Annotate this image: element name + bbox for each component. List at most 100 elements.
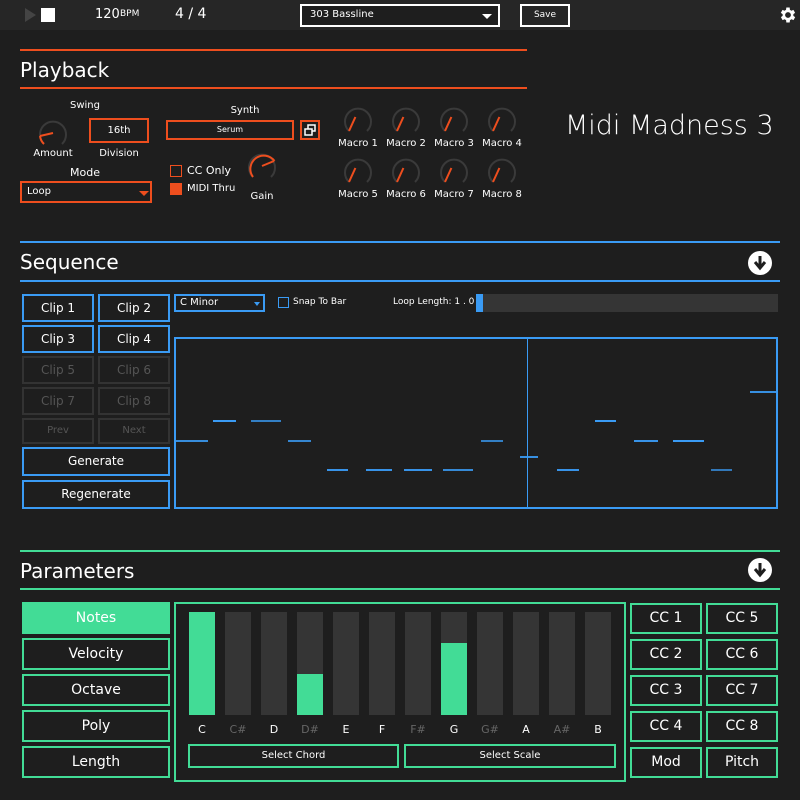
cc-button[interactable]: Pitch (706, 747, 778, 778)
sequence-note[interactable] (634, 439, 658, 442)
play-icon[interactable] (25, 8, 36, 22)
loop-length-handle[interactable] (476, 294, 483, 312)
note-weight-slider[interactable] (369, 612, 395, 715)
macro-knob[interactable] (340, 102, 376, 138)
macro-knob[interactable] (484, 153, 520, 189)
macro-knob[interactable] (340, 153, 376, 189)
note-weight-slider[interactable] (297, 612, 323, 715)
clip-button[interactable]: Clip 7 (22, 387, 94, 415)
clip-button[interactable]: Clip 4 (98, 325, 170, 353)
note-weight-slider[interactable] (225, 612, 251, 715)
macro-knob[interactable] (388, 102, 424, 138)
arrow-down-circle-icon[interactable] (748, 251, 772, 275)
clip-button[interactable]: Clip 8 (98, 387, 170, 415)
cc-button[interactable]: CC 7 (706, 675, 778, 706)
clip-button[interactable]: Clip 2 (98, 294, 170, 322)
mode-label: Mode (70, 166, 100, 179)
macro-knob[interactable] (436, 102, 472, 138)
cc-button[interactable]: CC 6 (706, 639, 778, 670)
loop-length-slider[interactable] (476, 294, 778, 312)
cc-only-checkbox[interactable] (170, 165, 182, 177)
tab-length[interactable]: Length (22, 746, 170, 778)
piano-roll[interactable] (174, 337, 778, 509)
sequence-note[interactable] (404, 468, 433, 471)
macro-label: Macro 1 (338, 138, 378, 149)
playback-title: Playback (20, 58, 110, 82)
tab-velocity[interactable]: Velocity (22, 638, 170, 670)
note-weight-slider[interactable] (189, 612, 215, 715)
sequence-note[interactable] (288, 439, 312, 442)
sequence-note[interactable] (749, 391, 777, 394)
macro-knob[interactable] (484, 102, 520, 138)
sequence-note[interactable] (212, 420, 236, 423)
sequence-note[interactable] (556, 468, 579, 471)
macro-knob[interactable] (436, 153, 472, 189)
gear-icon[interactable] (778, 5, 798, 25)
snap-to-bar-checkbox[interactable] (278, 297, 289, 308)
sequence-note[interactable] (672, 439, 705, 442)
macro-label: Macro 4 (482, 138, 522, 149)
note-weight-slider[interactable] (441, 612, 467, 715)
cc-button[interactable]: CC 8 (706, 711, 778, 742)
mode-value: Loop (27, 186, 51, 197)
select-scale-button[interactable]: Select Scale (404, 744, 616, 768)
note-weight-slider[interactable] (261, 612, 287, 715)
note-weight-fill (297, 673, 323, 715)
mode-dropdown[interactable]: Loop (20, 181, 152, 203)
sequence-note[interactable] (176, 439, 208, 442)
midi-thru-checkbox[interactable] (170, 183, 182, 195)
stop-icon[interactable] (41, 8, 55, 22)
midi-thru-label: MIDI Thru (187, 183, 236, 194)
next-button[interactable]: Next (98, 418, 170, 444)
generate-button[interactable]: Generate (22, 447, 170, 476)
macro-knob[interactable] (388, 153, 424, 189)
cc-button[interactable]: CC 2 (630, 639, 702, 670)
sequence-note[interactable] (595, 420, 617, 423)
sequence-top-rule (20, 241, 780, 243)
note-weight-fill (189, 612, 215, 715)
note-weight-slider[interactable] (477, 612, 503, 715)
bpm-value[interactable]: 120 (95, 7, 120, 22)
tab-poly[interactable]: Poly (22, 710, 170, 742)
cc-button[interactable]: CC 5 (706, 603, 778, 634)
tab-notes[interactable]: Notes (22, 602, 170, 634)
note-weight-slider[interactable] (405, 612, 431, 715)
clip-button[interactable]: Clip 5 (22, 356, 94, 384)
cc-button[interactable]: CC 3 (630, 675, 702, 706)
prev-button[interactable]: Prev (22, 418, 94, 444)
swing-amount-knob[interactable] (35, 115, 71, 151)
time-signature[interactable]: 4 / 4 (175, 6, 206, 22)
synth-window-button[interactable] (300, 120, 320, 140)
note-label: G# (481, 723, 499, 736)
chevron-down-icon (254, 302, 260, 306)
sequence-note[interactable] (481, 439, 504, 442)
arrow-down-circle-icon[interactable] (748, 558, 772, 582)
note-weight-slider[interactable] (333, 612, 359, 715)
note-weight-slider[interactable] (585, 612, 611, 715)
cc-button[interactable]: Mod (630, 747, 702, 778)
cc-button[interactable]: CC 1 (630, 603, 702, 634)
sequence-note[interactable] (442, 468, 473, 471)
gain-knob[interactable] (244, 148, 280, 184)
cc-button[interactable]: CC 4 (630, 711, 702, 742)
sequence-note[interactable] (519, 456, 538, 459)
tab-octave[interactable]: Octave (22, 674, 170, 706)
preset-dropdown[interactable]: 303 Bassline (300, 4, 500, 27)
note-weight-slider[interactable] (513, 612, 539, 715)
regenerate-button[interactable]: Regenerate (22, 480, 170, 509)
synth-field[interactable]: Serum (166, 120, 294, 140)
sequence-note[interactable] (711, 468, 733, 471)
amount-label: Amount (33, 148, 73, 159)
select-chord-button[interactable]: Select Chord (188, 744, 399, 768)
note-weight-slider[interactable] (549, 612, 575, 715)
division-field[interactable]: 16th (89, 118, 149, 143)
clip-button[interactable]: Clip 6 (98, 356, 170, 384)
swing-label: Swing (70, 100, 100, 111)
sequence-note[interactable] (326, 468, 348, 471)
clip-button[interactable]: Clip 3 (22, 325, 94, 353)
sequence-note[interactable] (365, 468, 392, 471)
sequence-note[interactable] (251, 420, 282, 423)
clip-button[interactable]: Clip 1 (22, 294, 94, 322)
save-button[interactable]: Save (520, 4, 570, 27)
scale-dropdown[interactable]: C Minor (174, 294, 265, 312)
